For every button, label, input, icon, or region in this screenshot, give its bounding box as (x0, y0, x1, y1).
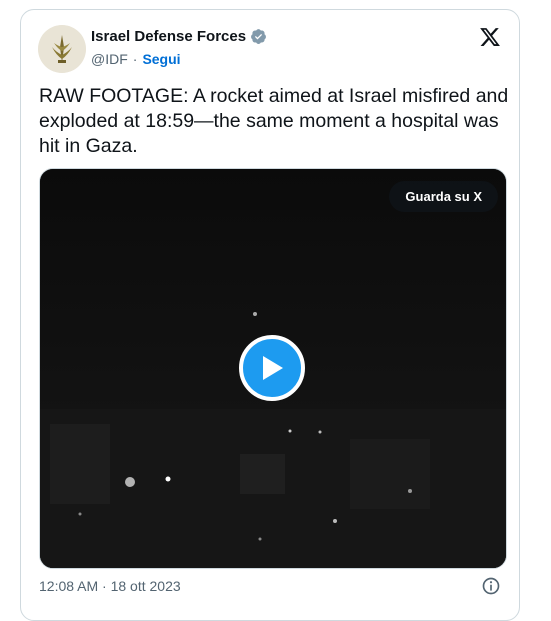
tweet-timestamp[interactable]: 12:08 AM · 18 ott 2023 (39, 578, 181, 594)
author-name[interactable]: Israel Defense Forces (91, 28, 246, 45)
verified-badge-icon (251, 29, 267, 44)
author-name-row: Israel Defense Forces (91, 28, 267, 45)
info-icon[interactable] (481, 576, 501, 596)
follow-button[interactable]: Segui (142, 51, 180, 67)
play-button[interactable] (239, 335, 305, 401)
x-logo-icon[interactable] (479, 26, 501, 48)
separator-dot: · (132, 51, 138, 67)
author-handle-row: @IDF · Segui (91, 51, 181, 67)
play-icon (263, 356, 283, 380)
author-handle[interactable]: @IDF (91, 51, 128, 67)
video-player[interactable]: Guarda su X (39, 168, 507, 569)
watch-on-x-button[interactable]: Guarda su X (389, 181, 498, 212)
embedded-tweet-card[interactable]: Israel Defense Forces @IDF · Segui RAW F… (20, 9, 520, 621)
idf-emblem-icon (38, 25, 86, 73)
avatar[interactable] (38, 25, 86, 73)
tweet-text: RAW FOOTAGE: A rocket aimed at Israel mi… (39, 85, 509, 157)
